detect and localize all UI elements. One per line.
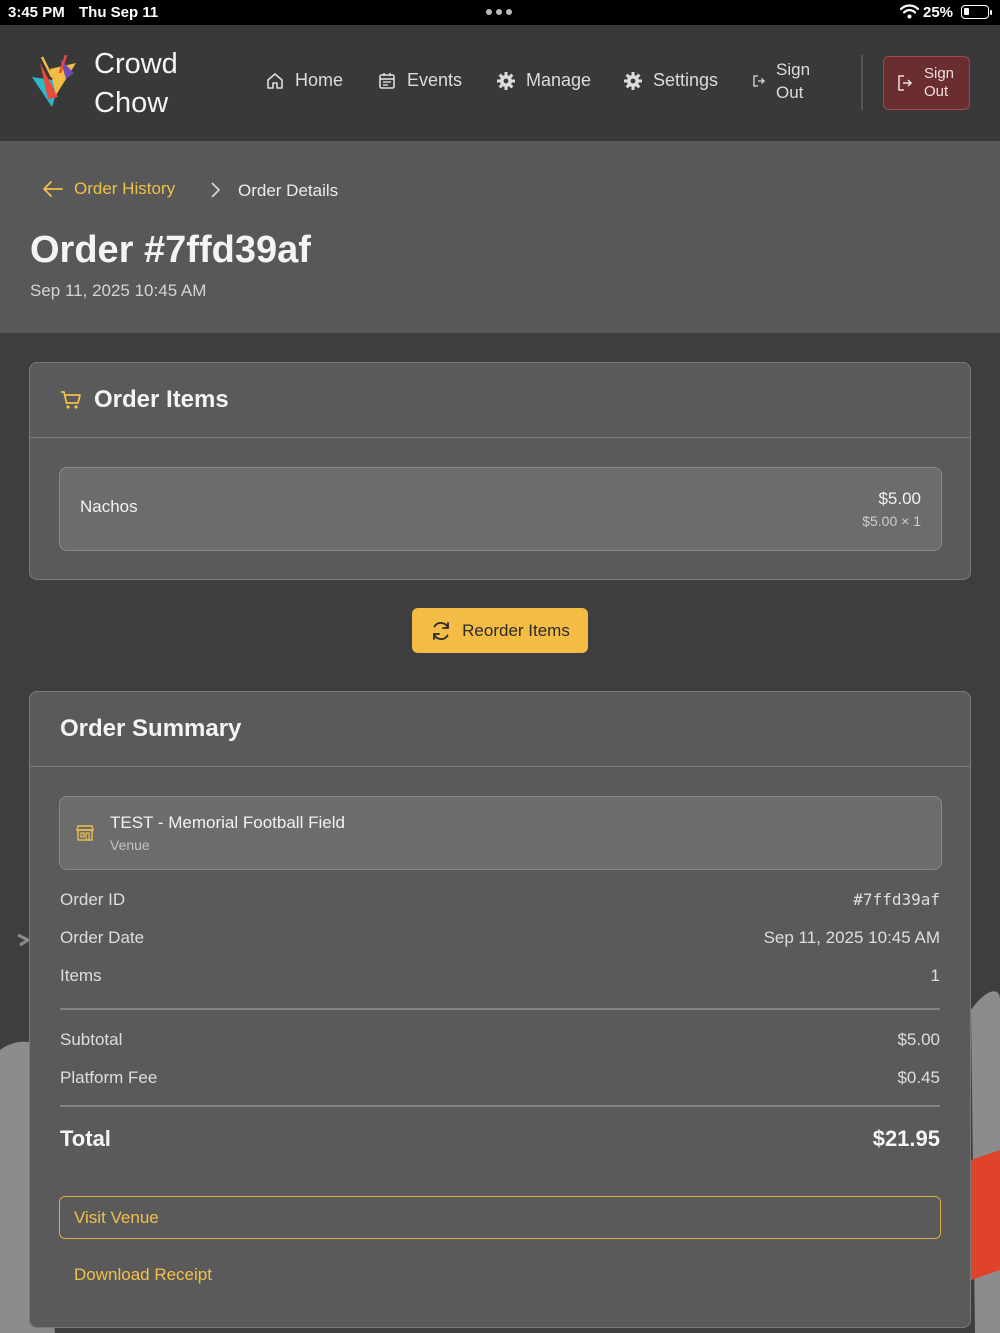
gear-icon (624, 71, 642, 90)
platform-fee-value: $0.45 (897, 1068, 940, 1087)
nav-settings[interactable]: Settings (623, 70, 718, 91)
battery-icon (961, 5, 989, 19)
nav-sign-out[interactable]: Sign Out (752, 58, 826, 104)
sign-out-button-label: Sign Out (924, 65, 955, 100)
nav-events-label: Events (407, 70, 463, 90)
brand-line-1: Crowd (94, 48, 178, 80)
status-date: Thu Sep 11 (79, 4, 159, 21)
brand-name[interactable]: Crowd Chow (94, 45, 178, 123)
platform-fee-row: Platform Fee $0.45 (60, 1068, 940, 1088)
multitasking-dots-icon[interactable] (486, 9, 512, 15)
sign-out-icon (753, 75, 765, 87)
visit-venue-button[interactable]: Visit Venue (59, 1196, 941, 1239)
total-label: Total (60, 1126, 111, 1151)
reorder-items-label: Reorder Items (462, 620, 570, 640)
order-id-value: #7ffd39af (853, 890, 940, 909)
brand-line-2: Chow (94, 87, 169, 119)
items-count-row: Items 1 (60, 966, 940, 986)
total-value: $21.95 (872, 1126, 940, 1151)
top-navbar: Crowd Chow Home Events Manage Settings S… (0, 25, 1000, 141)
reorder-items-button[interactable]: Reorder Items (412, 608, 588, 653)
wifi-icon (900, 4, 919, 19)
nav-sign-out-label: Sign Out (776, 60, 811, 102)
items-count-value: 1 (930, 966, 940, 985)
subtotal-row: Subtotal $5.00 (60, 1030, 940, 1050)
order-id-row: Order ID #7ffd39af (60, 890, 940, 910)
order-timestamp: Sep 11, 2025 10:45 AM (30, 281, 207, 300)
chevron-right-icon (211, 182, 221, 198)
order-date-value: Sep 11, 2025 10:45 AM (763, 928, 940, 947)
page-header: Order History Order Details Order #7ffd3… (0, 141, 1000, 333)
nav-manage-label: Manage (526, 70, 592, 90)
item-unit-quantity: $5.00 × 1 (862, 513, 921, 529)
list-item: Nachos $5.00 $5.00 × 1 (59, 467, 942, 551)
item-name: Nachos (80, 497, 138, 516)
order-items-card: Order Items Nachos $5.00 $5.00 × 1 (29, 362, 971, 580)
crowd-chow-logo[interactable] (30, 55, 80, 109)
total-row: Total $21.95 (60, 1126, 940, 1152)
nav-events[interactable]: Events (377, 70, 462, 91)
nav-home-label: Home (295, 70, 344, 90)
home-icon (267, 72, 283, 89)
status-bar: 3:45 PM Thu Sep 11 25% (0, 0, 1000, 25)
subtotal-value: $5.00 (897, 1030, 940, 1049)
calendar-icon (379, 72, 395, 89)
venue-label: Venue (110, 837, 150, 853)
order-summary-title: Order Summary (60, 715, 242, 742)
status-time: 3:45 PM (8, 4, 65, 21)
battery-percent: 25% (923, 4, 954, 21)
order-summary-card: Order Summary TEST - Memorial Football F… (29, 691, 971, 1328)
page-title: Order #7ffd39af (30, 229, 311, 271)
refresh-icon (433, 621, 450, 640)
order-summary-header: Order Summary (30, 692, 970, 767)
download-receipt-link[interactable]: Download Receipt (74, 1265, 212, 1285)
breadcrumb-back-label: Order History (74, 179, 176, 198)
items-count-label: Items (60, 966, 102, 985)
order-id-label: Order ID (60, 890, 126, 909)
cart-icon (61, 391, 81, 409)
subtotal-label: Subtotal (60, 1030, 123, 1049)
nav-divider (861, 55, 863, 110)
gear-icon (497, 71, 515, 90)
venue-name: TEST - Memorial Football Field (110, 813, 345, 832)
arrow-left-icon (43, 181, 63, 197)
order-date-row: Order Date Sep 11, 2025 10:45 AM (60, 928, 940, 948)
platform-fee-label: Platform Fee (60, 1068, 158, 1087)
nav-home[interactable]: Home (265, 70, 343, 91)
venue-box: TEST - Memorial Football Field Venue (59, 796, 942, 870)
nav-settings-label: Settings (653, 70, 719, 90)
order-items-title: Order Items (94, 386, 229, 413)
breadcrumb-current: Order Details (238, 181, 339, 200)
breadcrumb-back-link[interactable]: Order History (42, 179, 175, 199)
item-price: $5.00 (878, 489, 921, 508)
order-items-header: Order Items (30, 363, 970, 438)
summary-divider (60, 1008, 940, 1010)
nav-manage[interactable]: Manage (496, 70, 591, 91)
sign-out-button[interactable]: Sign Out (883, 56, 970, 110)
store-icon (76, 825, 94, 841)
summary-divider (60, 1105, 940, 1107)
order-date-label: Order Date (60, 928, 145, 947)
sign-out-icon (898, 75, 913, 91)
